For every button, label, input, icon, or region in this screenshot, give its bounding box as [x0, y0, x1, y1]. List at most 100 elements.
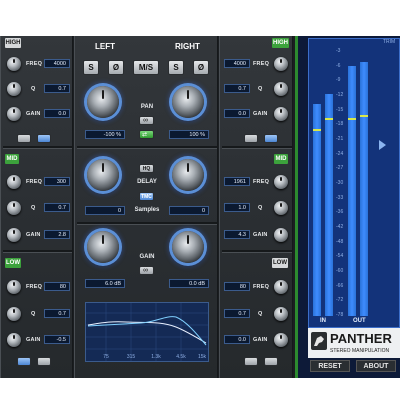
center-panel: LEFT RIGHT S Ø M/S S Ø PAN ∞ ⇄ -100 % 10… [74, 36, 218, 378]
eq-curve-display: 75 315 1.3k 4.5k 15k [85, 302, 209, 362]
right-delay-value[interactable]: 0 [169, 206, 209, 215]
left-low-freq-value[interactable]: 80 [44, 282, 70, 291]
left-mid-q-knob[interactable] [7, 201, 21, 215]
left-mid-gain-knob[interactable] [7, 228, 21, 242]
left-mid-q-value[interactable]: 0.7 [44, 203, 70, 212]
left-delay-knob[interactable] [87, 159, 119, 191]
left-high-q-value[interactable]: 0.7 [44, 84, 70, 93]
left-mid-freq-value[interactable]: 300 [44, 177, 70, 186]
right-mid-gain-value[interactable]: 4.3 [224, 230, 250, 239]
left-high-gain-knob[interactable] [7, 107, 21, 121]
link-icon: ∞ [143, 117, 148, 124]
right-low-q-value[interactable]: 0.7 [224, 309, 250, 318]
right-mid-q-knob[interactable] [274, 201, 288, 215]
left-high-bypass-button[interactable] [17, 134, 31, 143]
left-high-q-knob[interactable] [7, 82, 21, 96]
swap-icon: ⇄ [142, 132, 148, 138]
high-band-tag[interactable]: HIGH [5, 38, 21, 48]
right-low-bypass-button[interactable] [264, 357, 278, 366]
right-delay-knob[interactable] [172, 159, 204, 191]
right-mid-freq-label: FREQ [253, 179, 270, 185]
right-low-gain-knob[interactable] [274, 333, 288, 347]
right-low-band-tag[interactable]: LOW [272, 258, 288, 268]
gain-link-button[interactable]: ∞ [139, 266, 154, 275]
right-high-freq-knob[interactable] [274, 57, 288, 71]
low-band-tag[interactable]: LOW [5, 258, 21, 268]
right-high-gain-value[interactable]: 0.0 [224, 109, 250, 118]
about-button[interactable]: ABOUT [356, 360, 396, 372]
left-channel-header: LEFT [95, 42, 115, 51]
right-high-q-value[interactable]: 0.7 [224, 84, 250, 93]
right-gain-value[interactable]: 0.0 dB [169, 279, 209, 288]
left-pan-knob[interactable] [87, 86, 119, 118]
delay-hq-label: HQ [142, 166, 151, 172]
left-low-bypass-button[interactable] [37, 357, 51, 366]
eq-tick-315: 315 [127, 354, 136, 360]
meter-scale-tick: -78 [336, 312, 344, 318]
left-high-shelf-button[interactable] [37, 134, 51, 143]
right-low-shelf-button[interactable] [244, 357, 258, 366]
meter-scale-tick: -48 [336, 238, 344, 245]
delay-tmc-label: TMC [141, 194, 152, 200]
pan-link-button[interactable]: ∞ [139, 116, 154, 125]
reset-button[interactable]: RESET [310, 360, 350, 372]
right-pan-knob[interactable] [172, 86, 204, 118]
pan-swap-button[interactable]: ⇄ [139, 130, 154, 139]
link-icon: ∞ [143, 267, 148, 274]
right-pan-value[interactable]: 100 % [169, 130, 209, 139]
left-mid-freq-label: FREQ [26, 179, 43, 185]
right-low-gain-label: GAIN [253, 337, 268, 343]
right-low-freq-knob[interactable] [274, 280, 288, 294]
left-solo-button[interactable]: S [83, 60, 99, 75]
delay-unit-label: Samples [134, 207, 160, 213]
left-low-freq-knob[interactable] [7, 280, 21, 294]
right-high-shelf-button[interactable] [264, 134, 278, 143]
left-low-gain-knob[interactable] [7, 333, 21, 347]
meter-scale-tick: -21 [336, 136, 344, 142]
divider [3, 146, 72, 149]
meter-scale-tick: -18 [336, 121, 344, 128]
meter-scale-tick: -27 [336, 165, 344, 172]
meter-scale-tick: -72 [336, 297, 344, 304]
right-low-gain-value[interactable]: 0.0 [224, 335, 250, 344]
divider [222, 250, 292, 253]
right-high-freq-value[interactable]: 4000 [224, 59, 250, 68]
right-mid-freq-knob[interactable] [274, 175, 288, 189]
right-low-freq-value[interactable]: 80 [224, 282, 250, 291]
right-solo-button[interactable]: S [168, 60, 184, 75]
right-phase-button[interactable]: Ø [193, 60, 209, 75]
left-pan-value[interactable]: -100 % [85, 130, 125, 139]
left-low-gain-value[interactable]: -0.5 [44, 335, 70, 344]
left-high-freq-value[interactable]: 4000 [44, 59, 70, 68]
left-low-q-knob[interactable] [7, 307, 21, 321]
right-high-gain-knob[interactable] [274, 107, 288, 121]
meter-scale-tick: -9 [336, 77, 341, 84]
right-mid-freq-value[interactable]: 1961 [224, 177, 250, 186]
ms-button[interactable]: M/S [133, 60, 159, 75]
right-mid-band-tag[interactable]: MID [274, 154, 288, 164]
meter-bar-in_l [313, 104, 321, 316]
eq-tick-75: 75 [103, 354, 109, 360]
left-low-shelf-button[interactable] [17, 357, 31, 366]
right-mid-q-value[interactable]: 1.0 [224, 203, 250, 212]
left-high-freq-knob[interactable] [7, 57, 21, 71]
right-high-bypass-button[interactable] [244, 134, 258, 143]
left-high-gain-value[interactable]: 0.0 [44, 109, 70, 118]
right-high-band-tag[interactable]: HIGH [272, 38, 289, 48]
left-gain-knob[interactable] [87, 231, 119, 263]
right-gain-knob[interactable] [172, 231, 204, 263]
mid-band-tag[interactable]: MID [5, 154, 19, 164]
left-low-q-value[interactable]: 0.7 [44, 309, 70, 318]
left-delay-value[interactable]: 0 [85, 206, 125, 215]
right-high-q-knob[interactable] [274, 82, 288, 96]
left-gain-value[interactable]: 6.0 dB [85, 279, 125, 288]
meter-scale-tick: -12 [336, 92, 344, 98]
left-mid-freq-knob[interactable] [7, 175, 21, 189]
right-mid-gain-knob[interactable] [274, 228, 288, 242]
right-low-q-knob[interactable] [274, 307, 288, 321]
trim-slider-handle[interactable] [379, 140, 386, 150]
left-phase-button[interactable]: Ø [108, 60, 124, 75]
meter-bar-in_r [325, 93, 333, 316]
left-mid-gain-value[interactable]: 2.8 [44, 230, 70, 239]
meter-peak-out_l [348, 118, 356, 121]
